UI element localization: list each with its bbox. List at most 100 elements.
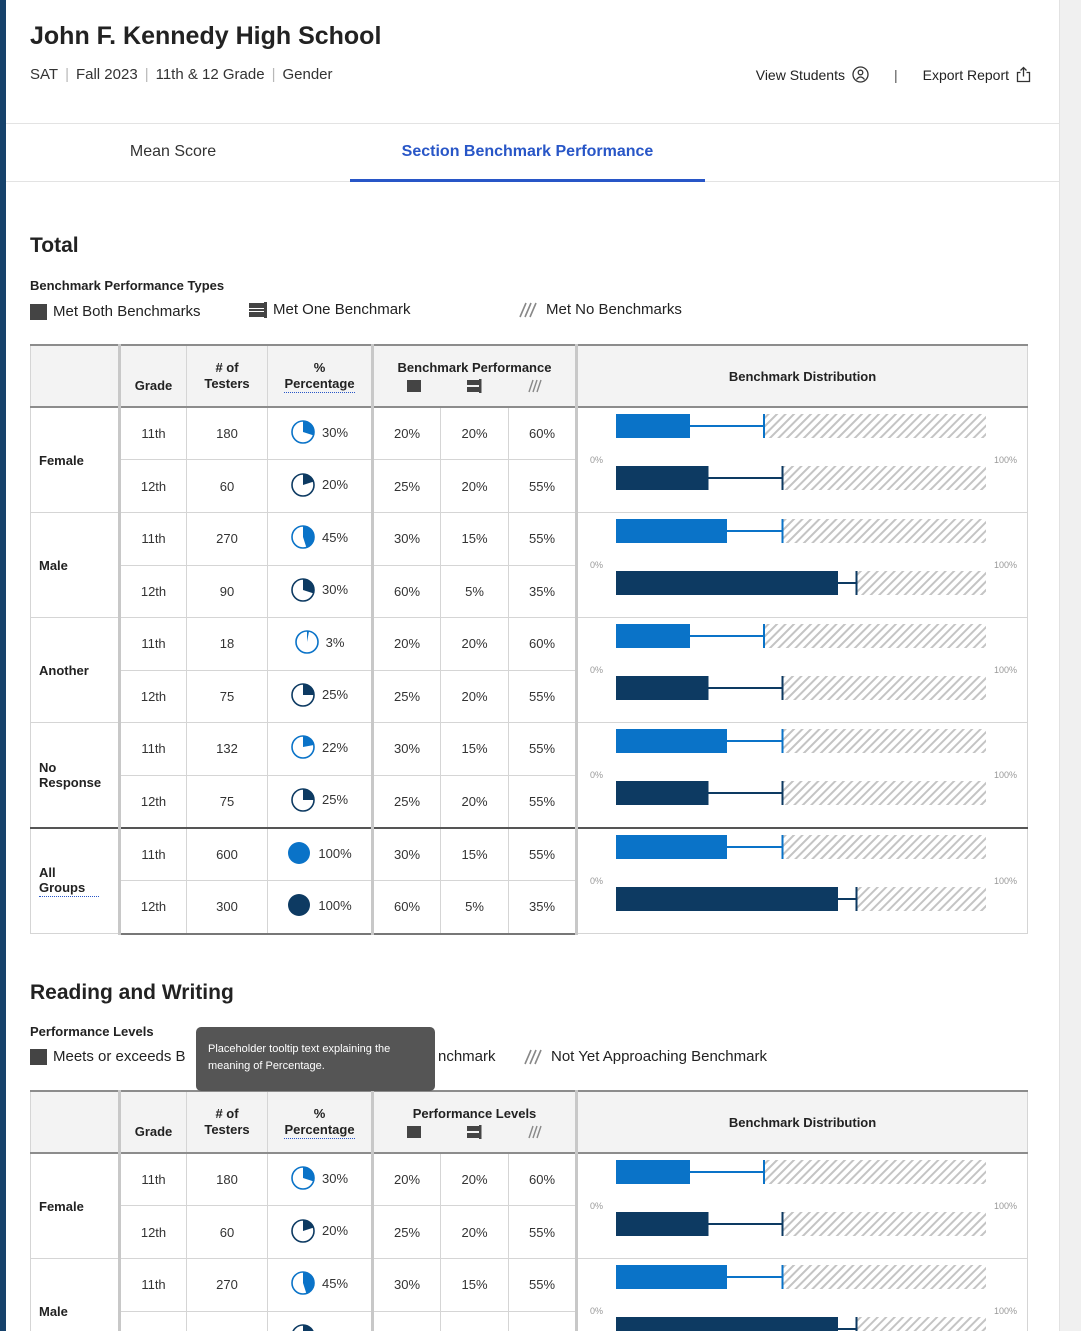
- percentage-pie-icon: [291, 420, 315, 444]
- percentage-cell: 30%: [267, 406, 374, 461]
- distribution-chart: 0% 100%: [590, 519, 1017, 595]
- one-benchmark-swatch-icon: [249, 301, 267, 318]
- tab-section-benchmark-performance[interactable]: Section Benchmark Performance: [350, 124, 705, 182]
- pie-fill: [288, 842, 311, 865]
- distribution-chart: 0% 100%: [590, 624, 1017, 700]
- group-name[interactable]: All Groups: [39, 865, 99, 897]
- met-none-icon: [528, 379, 542, 392]
- testers-cell: 90: [186, 564, 268, 618]
- grade-cell: 12th: [119, 774, 187, 829]
- legend-not-yet: Not Yet Approaching Benchmark: [523, 1048, 767, 1065]
- distribution-chart: 0% 100%: [590, 1265, 1017, 1331]
- pie-fill: [288, 894, 311, 917]
- percentage-cell: 22%: [267, 722, 374, 776]
- testers-cell: 60: [186, 1205, 268, 1259]
- percentage-header-label[interactable]: Percentage: [284, 376, 355, 393]
- breadcrumb: SAT | Fall 2023 | 11th & 12 Grade | Gender: [30, 66, 333, 83]
- met-both-icon: [407, 379, 422, 392]
- met-both-bar: [616, 1160, 691, 1184]
- group-name: Female: [39, 452, 84, 468]
- met-both-cell: 60%: [372, 1310, 441, 1331]
- solid-swatch-icon: [30, 303, 47, 320]
- table-row: Female 11th 180 30% 20% 20% 60% 0% 100%: [30, 406, 1029, 513]
- distribution-cell: 0% 100%: [576, 617, 1029, 723]
- actions-separator: |: [893, 66, 898, 83]
- met-both-cell: 25%: [372, 669, 441, 723]
- percentage-value: 30%: [321, 582, 349, 598]
- breadcrumb-grouping: Gender: [282, 66, 333, 83]
- percentage-wrap: 45%: [291, 525, 349, 550]
- met-both-bar: [616, 571, 839, 595]
- percentage-pie-icon: [291, 472, 315, 497]
- percentage-cell: 45%: [267, 512, 374, 566]
- percentage-cell: 25%: [267, 774, 374, 829]
- met-none-icon: [528, 1125, 542, 1138]
- met-both-cell: 30%: [372, 827, 441, 882]
- grade-cell: 12th: [119, 1205, 187, 1259]
- met-both-cell: 60%: [372, 880, 441, 935]
- percentage-value: 20%: [321, 477, 349, 493]
- percentage-wrap: 30%: [291, 577, 349, 602]
- testers-cell: 180: [186, 406, 268, 461]
- percentage-cell: 20%: [267, 459, 374, 513]
- testers-cell: 60: [186, 459, 268, 513]
- percentage-value: 45%: [321, 529, 349, 545]
- met-both-cell: 30%: [372, 512, 441, 566]
- group-label: Male: [30, 1258, 121, 1331]
- grade-cell: 12th: [119, 669, 187, 723]
- export-report-label: Export Report: [922, 66, 1009, 83]
- legend-label: nchmark: [438, 1048, 496, 1065]
- legend-label: Met No Benchmarks: [546, 301, 682, 318]
- testers-cell: 132: [186, 722, 268, 776]
- percentage-cell: 25%: [267, 669, 374, 723]
- scale-max-label: 100%: [994, 455, 1017, 465]
- perf-header-icons: [374, 378, 575, 393]
- scrollbar[interactable]: [1059, 0, 1081, 1331]
- scale-min-label: 0%: [590, 770, 603, 780]
- group-label: Female: [30, 1152, 121, 1259]
- met-both-bar: [616, 676, 709, 700]
- testers-cell: 300: [186, 880, 268, 935]
- percentage-header[interactable]: % Percentage: [267, 344, 374, 408]
- breadcrumb-separator: |: [65, 66, 69, 83]
- met-both-bar: [616, 466, 709, 490]
- percentage-cell: 30%: [267, 1310, 374, 1331]
- percentage-cell: 20%: [267, 1205, 374, 1259]
- tab-mean-score[interactable]: Mean Score: [88, 124, 258, 182]
- met-both-cell: 30%: [372, 722, 441, 776]
- percentage-header[interactable]: % Percentage: [267, 1090, 374, 1154]
- scale-min-label: 0%: [590, 1306, 603, 1316]
- met-both-cell: 20%: [372, 1152, 441, 1207]
- perf-header-icons: [374, 1124, 575, 1139]
- percentage-pie-icon: [291, 788, 315, 812]
- percent-symbol: %: [313, 1106, 326, 1121]
- scale-min-label: 0%: [590, 1201, 603, 1211]
- met-none-cell: 55%: [507, 1205, 579, 1259]
- grade-cell: 11th: [119, 722, 187, 776]
- breadcrumb-term: Fall 2023: [75, 66, 138, 83]
- distribution-cell: 0% 100%: [576, 1152, 1029, 1259]
- met-none-cell: 55%: [507, 774, 579, 829]
- testers-header: # of Testers: [186, 344, 268, 408]
- met-one-icon: [467, 1124, 482, 1139]
- percentage-value: 25%: [321, 792, 349, 808]
- view-students-button[interactable]: View Students: [756, 66, 869, 83]
- grade-cell: 11th: [119, 512, 187, 566]
- percentage-pie-icon: [291, 1218, 315, 1243]
- percentage-header-label[interactable]: Percentage: [284, 1122, 355, 1139]
- percentage-wrap: 30%: [291, 1323, 348, 1331]
- group-label: Male: [30, 512, 121, 618]
- met-one-cell: 20%: [440, 669, 509, 723]
- export-report-button[interactable]: Export Report: [923, 66, 1031, 83]
- percentage-pie-icon: [288, 842, 311, 865]
- percentage-pie-icon: [291, 1166, 315, 1190]
- table-header-row: Grade # of Testers% Percentage Benchmark Pe…: [30, 344, 1029, 408]
- percentage-pie-icon: [291, 1271, 315, 1296]
- performance-header: Performance Levels: [371, 1090, 579, 1154]
- breadcrumb-separator: |: [144, 66, 149, 83]
- distribution-cell: 0% 100%: [576, 827, 1029, 934]
- legend-meets: Meets or exceeds B: [30, 1048, 186, 1065]
- percentage-pie-icon: [291, 525, 315, 550]
- group-header: [30, 1090, 121, 1154]
- percentage-pie-icon: [291, 682, 315, 707]
